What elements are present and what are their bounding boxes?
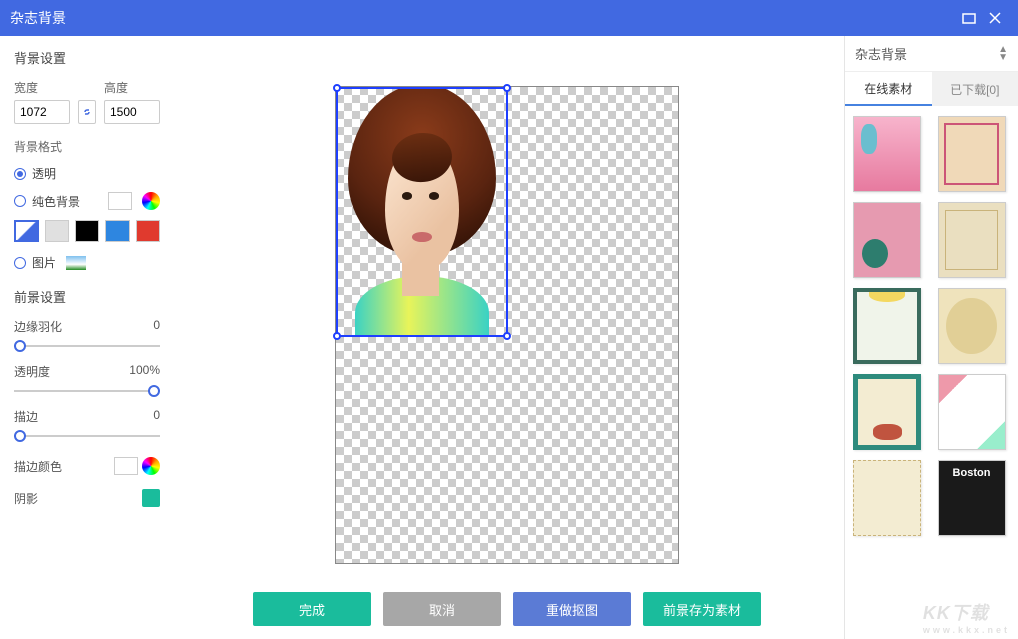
swatch-red[interactable] xyxy=(136,220,160,242)
canvas[interactable] xyxy=(335,86,679,564)
radio-icon xyxy=(14,257,26,269)
asset-thumb[interactable] xyxy=(938,116,1006,192)
window-title: 杂志背景 xyxy=(10,8,66,28)
swatch-transparent[interactable] xyxy=(14,220,39,242)
asset-thumb[interactable] xyxy=(938,288,1006,364)
stroke-value: 0 xyxy=(153,408,160,425)
color-picker-icon[interactable] xyxy=(142,192,160,210)
resize-handle-bl[interactable] xyxy=(333,332,341,340)
foreground-image xyxy=(338,89,506,335)
color-picker-icon[interactable] xyxy=(142,457,160,475)
radio-icon xyxy=(14,195,26,207)
asset-thumb-label: Boston xyxy=(953,467,991,479)
asset-thumb[interactable] xyxy=(853,202,921,278)
category-select-label[interactable]: 杂志背景 xyxy=(855,44,907,63)
radio-image-label: 图片 xyxy=(32,254,56,271)
radio-image[interactable]: 图片 xyxy=(14,254,160,271)
link-dimensions-button[interactable] xyxy=(78,100,96,124)
resize-handle-tr[interactable] xyxy=(503,84,511,92)
asset-thumb[interactable] xyxy=(853,288,921,364)
solid-color-well[interactable] xyxy=(108,192,132,210)
resize-handle-tl[interactable] xyxy=(333,84,341,92)
opacity-value: 100% xyxy=(129,363,160,380)
resize-handle-br[interactable] xyxy=(503,332,511,340)
save-foreground-button[interactable]: 前景存为素材 xyxy=(643,592,761,626)
opacity-label: 透明度 xyxy=(14,363,50,380)
height-label: 高度 xyxy=(104,79,160,96)
feather-slider[interactable] xyxy=(14,339,160,353)
tab-online-assets[interactable]: 在线素材 xyxy=(845,72,932,106)
title-bar: 杂志背景 xyxy=(0,0,1018,36)
cancel-button[interactable]: 取消 xyxy=(383,592,501,626)
height-input[interactable] xyxy=(104,100,160,124)
shadow-toggle[interactable] xyxy=(142,489,160,507)
stroke-color-well[interactable] xyxy=(114,457,138,475)
image-thumb-icon xyxy=(66,256,86,270)
stroke-slider[interactable] xyxy=(14,429,160,443)
asset-thumb[interactable] xyxy=(853,116,921,192)
done-button[interactable]: 完成 xyxy=(253,592,371,626)
background-format-title: 背景格式 xyxy=(14,138,160,155)
asset-thumb[interactable] xyxy=(938,374,1006,450)
stroke-label: 描边 xyxy=(14,408,38,425)
radio-solid[interactable]: 纯色背景 xyxy=(14,192,160,210)
swatch-blue[interactable] xyxy=(105,220,129,242)
asset-grid: Boston xyxy=(845,106,1018,639)
opacity-slider[interactable] xyxy=(14,384,160,398)
chevron-updown-icon[interactable]: ▲▼ xyxy=(998,46,1008,62)
asset-thumb[interactable] xyxy=(853,374,921,450)
tab-downloaded[interactable]: 已下载[0] xyxy=(932,72,1018,106)
background-settings-title: 背景设置 xyxy=(14,48,160,67)
asset-thumb[interactable] xyxy=(853,460,921,536)
selection-box[interactable] xyxy=(336,87,508,337)
radio-icon xyxy=(14,168,26,180)
close-button[interactable] xyxy=(982,5,1008,31)
feather-label: 边缘羽化 xyxy=(14,318,62,335)
asset-thumb[interactable] xyxy=(938,202,1006,278)
width-input[interactable] xyxy=(14,100,70,124)
left-panel: 背景设置 宽度 高度 背景格式 透明 纯色背景 xyxy=(0,36,170,639)
foreground-settings-title: 前景设置 xyxy=(14,287,160,306)
center-area: 完成 取消 重做抠图 前景存为素材 xyxy=(170,36,844,639)
width-label: 宽度 xyxy=(14,79,70,96)
swatch-gray[interactable] xyxy=(45,220,69,242)
radio-transparent-label: 透明 xyxy=(32,165,56,182)
maximize-button[interactable] xyxy=(956,5,982,31)
redo-cutout-button[interactable]: 重做抠图 xyxy=(513,592,631,626)
shadow-label: 阴影 xyxy=(14,490,38,507)
right-panel: 杂志背景 ▲▼ 在线素材 已下载[0] Boston xyxy=(844,36,1018,639)
swatch-black[interactable] xyxy=(75,220,99,242)
radio-transparent[interactable]: 透明 xyxy=(14,165,160,182)
color-swatches xyxy=(14,220,160,242)
feather-value: 0 xyxy=(153,318,160,335)
asset-thumb[interactable]: Boston xyxy=(938,460,1006,536)
stroke-color-label: 描边颜色 xyxy=(14,458,62,475)
radio-solid-label: 纯色背景 xyxy=(32,193,80,210)
